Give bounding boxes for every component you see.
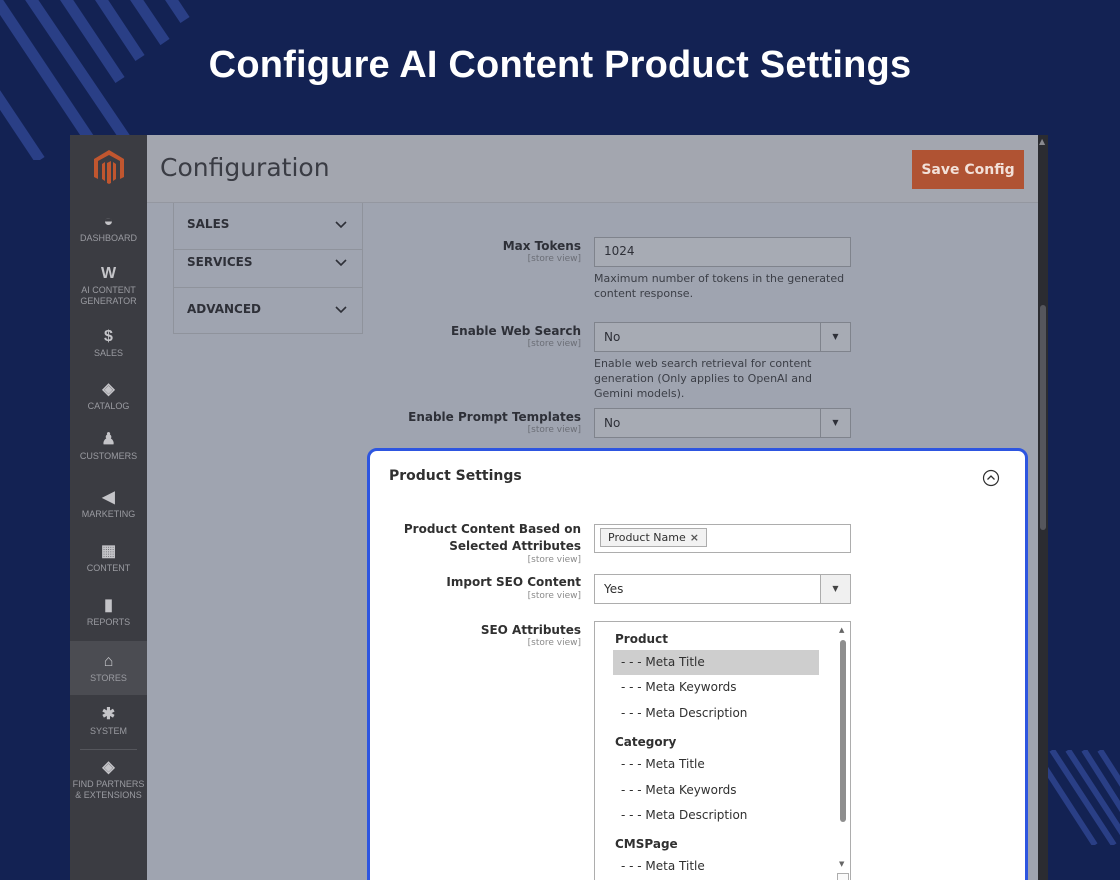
customer-person-icon: ♟ <box>101 431 116 448</box>
hero-title: Configure AI Content Product Settings <box>208 44 912 86</box>
scroll-down-arrow-icon[interactable]: ▼ <box>839 860 844 868</box>
prompt-templates-select[interactable]: No ▼ <box>594 408 851 438</box>
max-tokens-scope: [store view] <box>527 254 581 264</box>
catalog-box-icon: ◈ <box>102 381 115 398</box>
ai-content-generator-icon: W <box>100 265 117 282</box>
seo-attributes-label: SEO Attributes <box>480 623 581 637</box>
dropdown-arrow-icon: ▼ <box>820 323 850 351</box>
resize-handle[interactable] <box>837 873 849 880</box>
dropdown-arrow-icon: ▼ <box>820 409 850 437</box>
product-settings-panel: Product Settings Product Content Based o… <box>367 448 1028 880</box>
partners-box-icon: ◈ <box>102 759 115 776</box>
option-product-meta-title[interactable]: - - - Meta Title <box>613 650 819 675</box>
option-cmspage-meta-title[interactable]: - - - Meta Title <box>613 854 819 879</box>
listbox-scrollbar-thumb[interactable] <box>840 640 846 822</box>
chevron-down-icon <box>335 259 347 267</box>
option-category-meta-keywords[interactable]: - - - Meta Keywords <box>613 778 819 803</box>
product-settings-title[interactable]: Product Settings <box>389 468 522 484</box>
admin-window: ◒ DASHBOARD W AI CONTENT GENERATOR $ SAL… <box>70 135 1048 880</box>
web-search-select[interactable]: No ▼ <box>594 322 851 352</box>
page-scrollbar[interactable]: ▲ <box>1038 135 1048 880</box>
scroll-up-arrow-icon[interactable]: ▲ <box>1039 137 1045 146</box>
sidebar-item-dashboard[interactable]: ◒ DASHBOARD <box>70 213 147 244</box>
chevron-down-icon <box>335 306 347 314</box>
option-group-cmspage: CMSPage <box>615 837 678 851</box>
max-tokens-label: Max Tokens <box>502 239 581 253</box>
max-tokens-input[interactable]: 1024 <box>594 237 851 267</box>
sidebar-item-catalog[interactable]: ◈ CATALOG <box>70 381 147 412</box>
config-tab-services[interactable]: SERVICES <box>174 241 362 288</box>
magento-logo-icon[interactable] <box>92 149 126 187</box>
content-attributes-multiselect[interactable]: Product Name × <box>594 524 851 553</box>
content-layout-icon: ▦ <box>100 543 117 560</box>
option-group-category: Category <box>615 735 677 749</box>
page-header: Configuration Save Config <box>147 135 1038 203</box>
attribute-chip: Product Name × <box>600 528 707 547</box>
sidebar-item-sales[interactable]: $ SALES <box>70 328 147 359</box>
scroll-up-arrow-icon[interactable]: ▲ <box>839 626 844 634</box>
option-group-product: Product <box>615 632 668 646</box>
config-tab-advanced[interactable]: ADVANCED <box>174 288 362 335</box>
option-category-meta-title[interactable]: - - - Meta Title <box>613 752 819 777</box>
sidebar-item-system[interactable]: ✱ SYSTEM <box>70 706 147 737</box>
import-seo-select[interactable]: Yes ▼ <box>594 574 851 604</box>
sidebar-item-ai-content-generator[interactable]: W AI CONTENT GENERATOR <box>70 265 147 307</box>
sidebar-item-customers[interactable]: ♟ CUSTOMERS <box>70 431 147 462</box>
page-title: Configuration <box>160 153 330 182</box>
sidebar-divider <box>80 749 137 750</box>
max-tokens-note: Maximum number of tokens in the generate… <box>594 272 845 300</box>
chevron-down-icon <box>335 221 347 229</box>
seo-attributes-listbox[interactable]: Product - - - Meta Title - - - Meta Keyw… <box>594 621 851 880</box>
prompt-templates-scope: [store view] <box>527 425 581 435</box>
listbox-scrollbar[interactable]: ▲ ▼ <box>838 626 848 876</box>
option-category-meta-description[interactable]: - - - Meta Description <box>613 803 819 828</box>
megaphone-icon: ◀ <box>102 489 115 506</box>
web-search-note: Enable web search retrieval for content … <box>594 357 812 400</box>
web-search-scope: [store view] <box>527 339 581 349</box>
option-product-meta-description[interactable]: - - - Meta Description <box>613 701 819 726</box>
option-product-meta-keywords[interactable]: - - - Meta Keywords <box>613 675 819 700</box>
remove-chip-icon[interactable]: × <box>690 531 699 544</box>
config-tabs-panel: SALES SERVICES ADVANCED <box>173 203 363 334</box>
sidebar-item-find-partners[interactable]: ◈ FIND PARTNERS & EXTENSIONS <box>70 759 147 801</box>
content-attributes-label: Product Content Based on Selected Attrib… <box>403 522 581 553</box>
admin-sidebar: ◒ DASHBOARD W AI CONTENT GENERATOR $ SAL… <box>70 135 147 880</box>
dollar-icon: $ <box>104 328 113 345</box>
bar-chart-icon: ▮ <box>104 597 113 614</box>
web-search-label: Enable Web Search <box>450 324 581 338</box>
dashboard-icon: ◒ <box>103 213 114 230</box>
sidebar-item-content[interactable]: ▦ CONTENT <box>70 543 147 574</box>
sidebar-item-reports[interactable]: ▮ REPORTS <box>70 597 147 628</box>
content-attributes-scope: [store view] <box>527 555 581 565</box>
decorative-stripes-bottom-right <box>1040 750 1120 845</box>
dropdown-arrow-icon: ▼ <box>820 575 850 603</box>
collapse-chevron-up-icon[interactable] <box>982 469 1000 487</box>
import-seo-scope: [store view] <box>527 591 581 601</box>
prompt-templates-label: Enable Prompt Templates <box>408 410 581 424</box>
sidebar-item-marketing[interactable]: ◀ MARKETING <box>70 489 147 520</box>
gear-icon: ✱ <box>101 706 116 723</box>
save-config-button[interactable]: Save Config <box>912 150 1024 189</box>
sidebar-item-stores[interactable]: ⌂ STORES <box>70 641 147 695</box>
import-seo-label: Import SEO Content <box>446 575 581 589</box>
store-icon: ⌂ <box>103 653 114 670</box>
page-scrollbar-thumb[interactable] <box>1040 305 1046 530</box>
seo-attributes-scope: [store view] <box>527 638 581 648</box>
